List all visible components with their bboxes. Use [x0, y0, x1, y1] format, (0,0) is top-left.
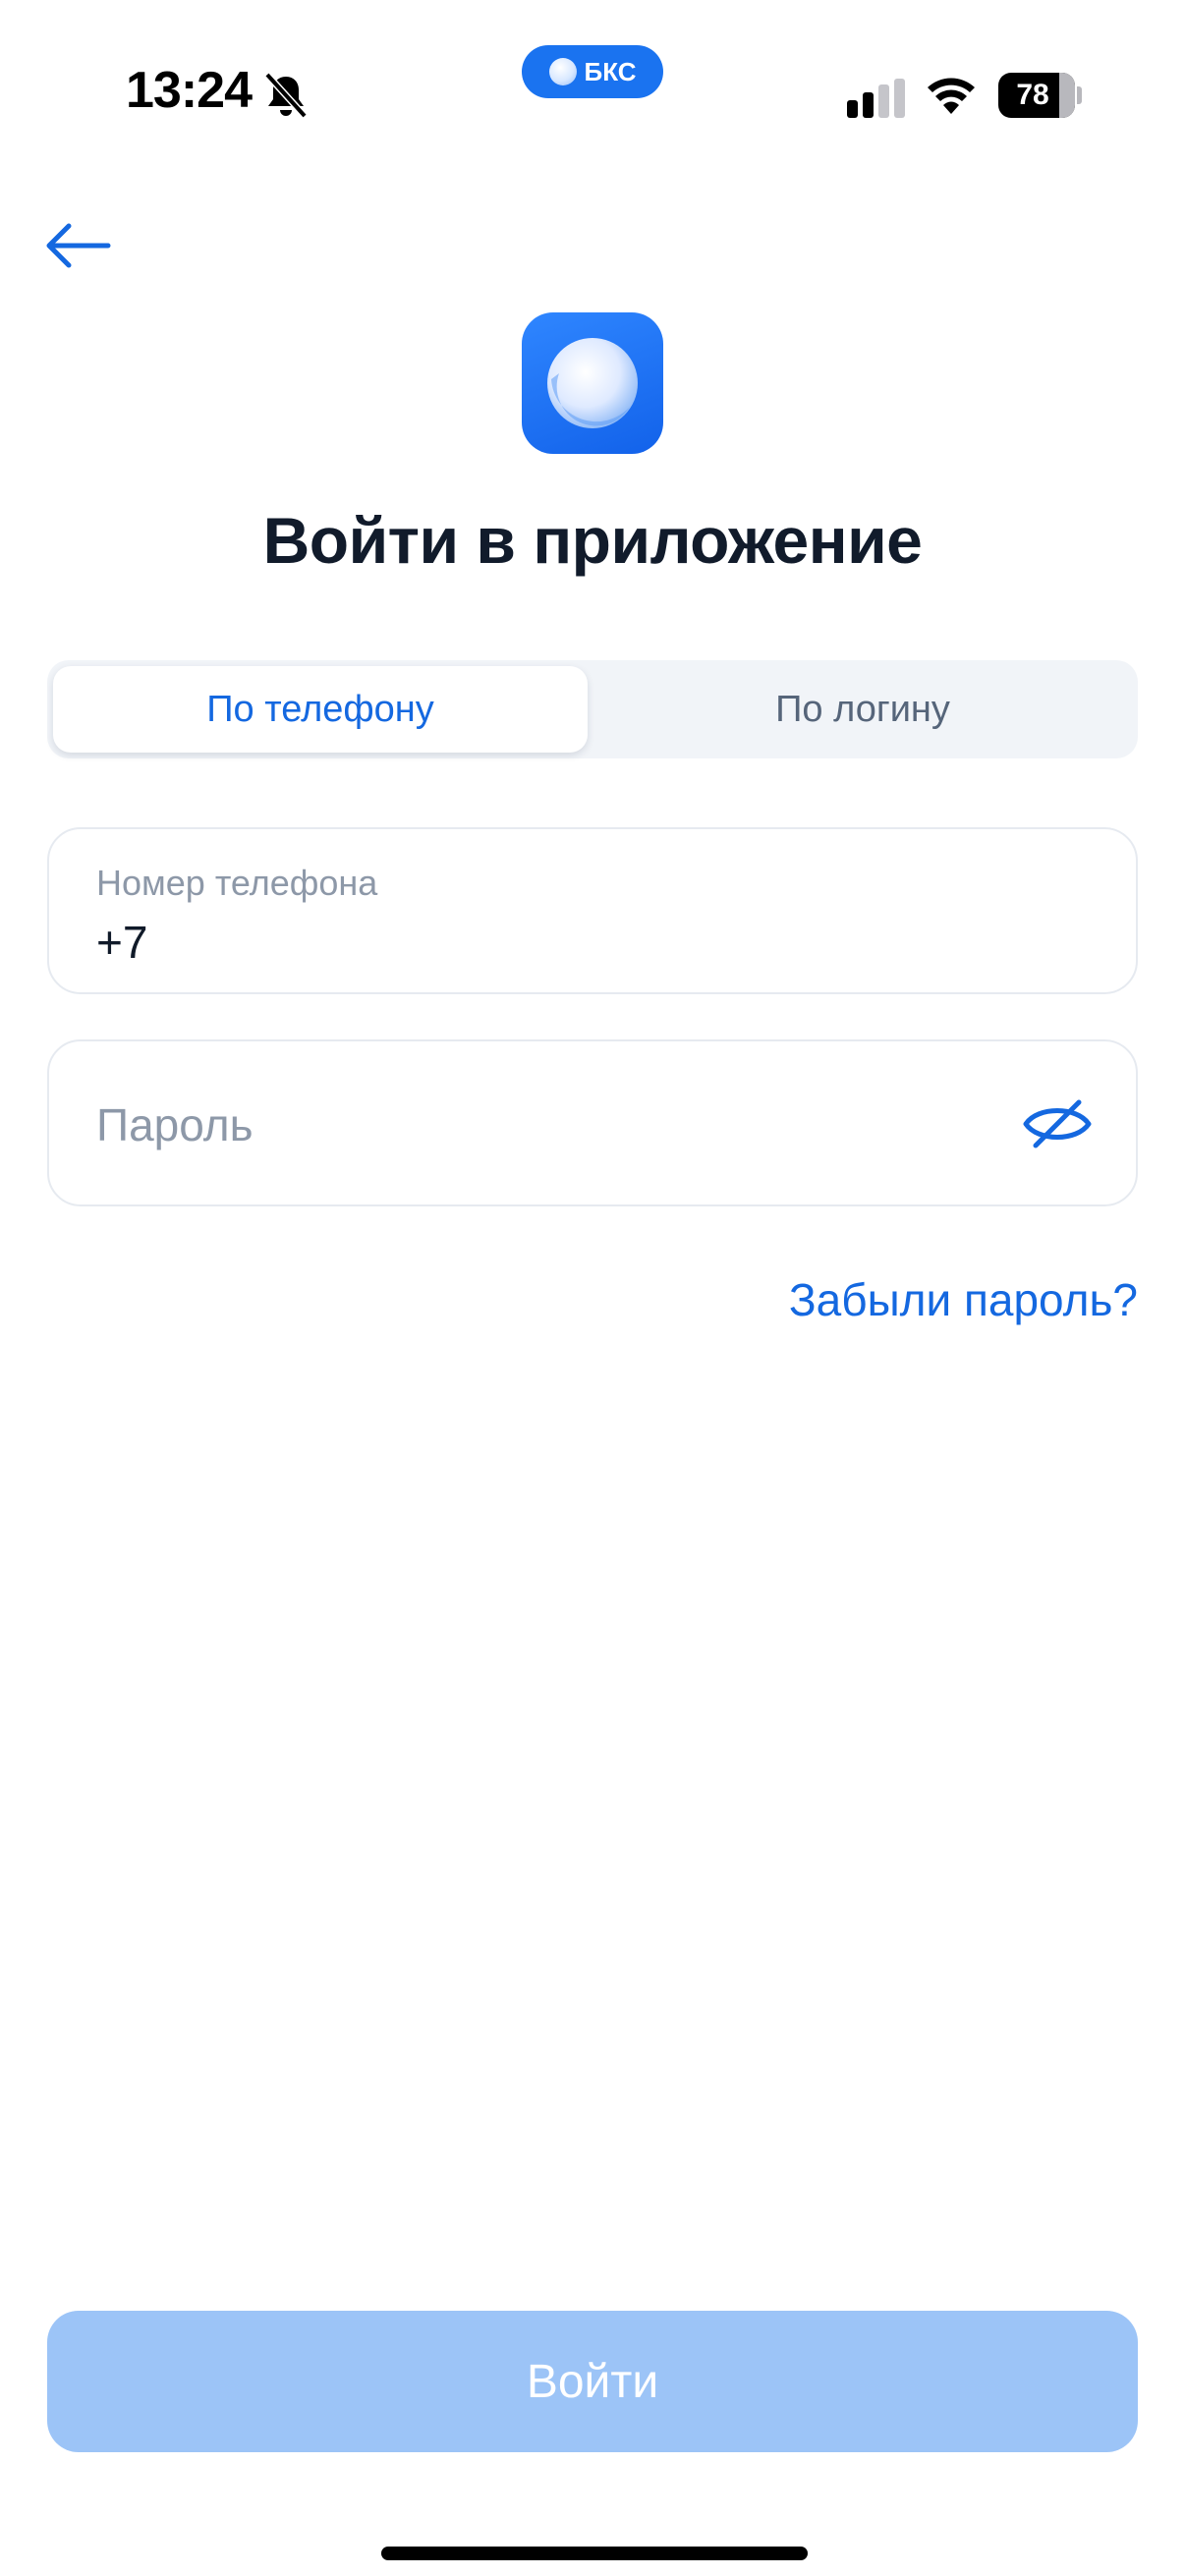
bks-logo-icon — [547, 338, 638, 428]
battery-nub — [1077, 86, 1082, 104]
phone-field-value: +7 — [96, 917, 148, 968]
dynamic-island-activity[interactable]: БКС — [522, 45, 663, 98]
battery-icon: 78 — [998, 73, 1075, 118]
home-indicator — [381, 2547, 808, 2560]
login-button[interactable]: Войти — [47, 2311, 1138, 2452]
app-logo — [522, 312, 663, 454]
bell-off-icon — [264, 72, 308, 119]
password-placeholder: Пароль — [96, 1099, 254, 1150]
phone-number-field[interactable]: Номер телефона +7 — [47, 827, 1138, 994]
tab-by-phone[interactable]: По телефону — [53, 666, 588, 753]
tab-by-login[interactable]: По логину — [595, 666, 1130, 753]
island-label: БКС — [584, 56, 637, 86]
battery-empty-segment — [1059, 73, 1075, 118]
phone-field-label: Номер телефона — [96, 863, 378, 903]
login-method-segmented-control: По телефону По логину — [47, 660, 1138, 758]
login-screen: 13:24 БКС 78 Войти в приложение По телеф… — [0, 0, 1185, 2576]
bks-logo-icon — [548, 58, 577, 85]
page-title: Войти в приложение — [262, 504, 923, 577]
battery-level: 78 — [1016, 79, 1049, 111]
status-bar: 13:24 БКС 78 — [0, 0, 1185, 147]
cellular-signal-icon — [847, 79, 905, 118]
status-time: 13:24 — [126, 62, 253, 119]
eye-off-icon[interactable] — [1022, 1092, 1093, 1155]
arrow-left-icon[interactable] — [39, 216, 118, 275]
wifi-icon — [928, 78, 975, 114]
forgot-password-link[interactable]: Забыли пароль? — [789, 1273, 1138, 1326]
password-field[interactable]: Пароль — [47, 1039, 1138, 1206]
